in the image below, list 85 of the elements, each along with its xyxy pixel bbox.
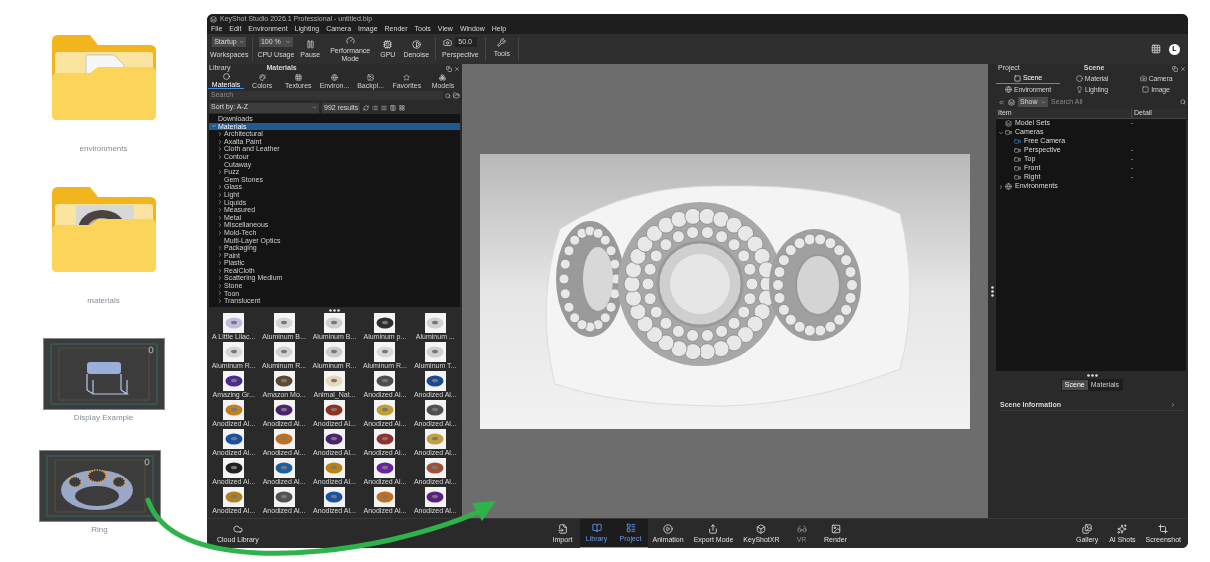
undock-icon[interactable] xyxy=(1172,65,1178,72)
image-folder-icon[interactable] xyxy=(50,186,157,272)
globe-icon xyxy=(1005,183,1012,190)
collapsed-caret-icon[interactable] xyxy=(217,229,223,236)
chevron-right-icon xyxy=(1170,402,1176,408)
collapsed-caret-icon[interactable] xyxy=(217,214,223,221)
globe-icon xyxy=(1004,86,1012,93)
collapsed-caret-icon[interactable] xyxy=(217,282,223,289)
collapsed-caret-icon[interactable] xyxy=(217,206,223,213)
list-icon xyxy=(625,523,636,533)
sphere-icon xyxy=(1075,75,1083,82)
collapsed-caret-icon[interactable] xyxy=(217,168,223,175)
checker-icon xyxy=(294,73,302,81)
drag-handle-icon[interactable] xyxy=(329,308,340,312)
apps-grid-icon[interactable] xyxy=(1151,44,1161,54)
refresh-icon[interactable] xyxy=(363,104,370,111)
sparkles-icon xyxy=(1117,523,1128,534)
sphere-icon xyxy=(222,73,230,80)
gauge-icon xyxy=(345,35,355,45)
collapsed-caret-icon[interactable] xyxy=(217,131,223,137)
pause-icon xyxy=(305,39,315,49)
columns-view-icon[interactable] xyxy=(390,104,397,111)
chevron-down-icon xyxy=(312,105,317,110)
crop-icon xyxy=(1158,523,1169,534)
undock-icon[interactable] xyxy=(446,65,452,72)
ring-scene-thumbnail[interactable] xyxy=(38,450,161,523)
collapsed-caret-icon[interactable] xyxy=(217,298,223,305)
globe-icon xyxy=(331,73,338,81)
chevron-down-icon xyxy=(284,39,291,46)
half-circle-icon xyxy=(411,39,421,49)
table-scene-thumbnail[interactable] xyxy=(42,338,165,411)
import-icon xyxy=(557,523,568,534)
cube-icon xyxy=(756,523,767,534)
layers-icon[interactable] xyxy=(1008,98,1015,106)
grid-view-icon[interactable] xyxy=(399,104,406,111)
layers-icon xyxy=(1005,120,1012,127)
chevron-down-icon xyxy=(238,39,245,46)
book-icon xyxy=(591,523,602,533)
collapsed-caret-icon[interactable] xyxy=(217,184,223,191)
play-icon xyxy=(663,523,674,534)
desktop-item-label[interactable]: Display Example xyxy=(73,412,134,425)
collapsed-caret-icon[interactable] xyxy=(217,260,223,267)
wrench-icon xyxy=(497,38,507,48)
camera-icon[interactable] xyxy=(443,37,453,47)
app-logo-icon xyxy=(210,15,217,23)
star-icon xyxy=(403,73,411,81)
collapsed-caret-icon[interactable] xyxy=(217,146,223,153)
boxes-icon xyxy=(439,73,447,81)
close-icon[interactable] xyxy=(1180,65,1186,72)
expanded-caret-icon[interactable] xyxy=(998,129,1004,136)
collapsed-caret-icon[interactable] xyxy=(217,267,223,274)
collapsed-caret-icon[interactable] xyxy=(217,252,223,259)
search-icon[interactable] xyxy=(445,92,451,99)
export-icon xyxy=(708,523,719,534)
collapsed-caret-icon[interactable] xyxy=(217,199,223,206)
chevron-down-icon xyxy=(1041,99,1046,105)
collapsed-caret-icon[interactable] xyxy=(217,153,223,160)
drag-handle-icon[interactable] xyxy=(1086,373,1098,377)
cloud-icon xyxy=(232,523,243,534)
collapsed-caret-icon[interactable] xyxy=(217,191,223,198)
chip-icon xyxy=(383,39,393,49)
collapsed-caret-icon[interactable] xyxy=(998,183,1004,190)
close-icon[interactable] xyxy=(454,65,460,72)
glasses-icon xyxy=(796,523,807,534)
desktop-item-label[interactable]: environments xyxy=(79,143,128,155)
desktop-item-label[interactable]: materials xyxy=(87,294,120,307)
image-icon xyxy=(830,523,841,534)
camera-icon xyxy=(1005,129,1012,136)
collapsed-caret-icon[interactable] xyxy=(217,244,223,251)
folder-icon[interactable] xyxy=(453,92,460,99)
compact-list-icon[interactable] xyxy=(381,104,388,111)
collapsed-caret-icon[interactable] xyxy=(217,222,223,229)
palette-icon xyxy=(258,73,266,81)
collapsed-caret-icon[interactable] xyxy=(217,138,223,145)
collapse-icon[interactable] xyxy=(998,98,1005,106)
camera-icon xyxy=(1139,75,1147,82)
images-icon xyxy=(1082,523,1093,534)
lightbulb-icon xyxy=(1076,86,1084,93)
search-icon[interactable] xyxy=(1180,99,1186,105)
drag-handle-icon[interactable] xyxy=(990,285,994,297)
collapsed-caret-icon[interactable] xyxy=(217,275,223,282)
collapsed-caret-icon[interactable] xyxy=(217,290,223,297)
desktop-item-label[interactable]: Ring xyxy=(91,524,108,537)
image-icon xyxy=(367,73,375,81)
list-view-icon[interactable] xyxy=(372,104,379,111)
